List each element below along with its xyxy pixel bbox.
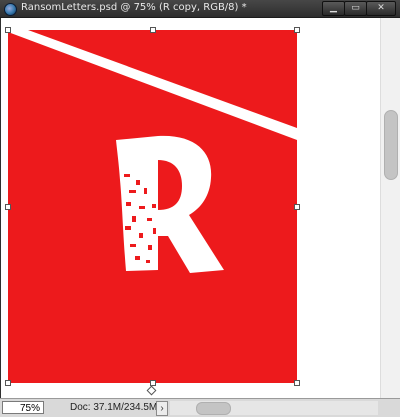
document-window: RansomLetters.psd @ 75% (R copy, RGB/8) … [0,0,400,417]
document-size-info: Doc: 37.1M/234.5M [70,402,158,413]
white-diagonal-stripe [8,30,297,140]
transform-handle-middle-left[interactable] [5,204,11,210]
status-menu-arrow-icon[interactable]: › [156,401,168,416]
close-button[interactable]: ✕ [366,1,396,16]
zoom-level-field[interactable]: 75% [2,401,44,414]
transform-handle-bottom-left[interactable] [5,380,11,386]
letter-r-shape [116,135,224,273]
canvas-area[interactable] [1,18,380,398]
transform-pivot-handle[interactable] [146,385,157,396]
document-canvas[interactable] [8,30,297,383]
title-bar[interactable]: RansomLetters.psd @ 75% (R copy, RGB/8) … [0,0,400,18]
transform-handle-top-right[interactable] [294,27,300,33]
vertical-scroll-thumb[interactable] [384,110,398,180]
transform-handle-top-center[interactable] [150,27,156,33]
transform-handle-bottom-right[interactable] [294,380,300,386]
artwork [8,30,297,273]
transform-handle-top-left[interactable] [5,27,11,33]
minimize-button[interactable]: ▁ [322,1,345,16]
window-title: RansomLetters.psd @ 75% (R copy, RGB/8) … [21,2,247,13]
maximize-button[interactable]: ▭ [344,1,367,16]
horizontal-scroll-thumb[interactable] [196,402,231,415]
photoshop-icon [4,3,17,16]
vertical-scrollbar[interactable] [380,18,400,398]
transform-handle-middle-right[interactable] [294,204,300,210]
status-bar: 75% Doc: 37.1M/234.5M › [0,398,400,417]
horizontal-scrollbar[interactable] [170,401,378,415]
